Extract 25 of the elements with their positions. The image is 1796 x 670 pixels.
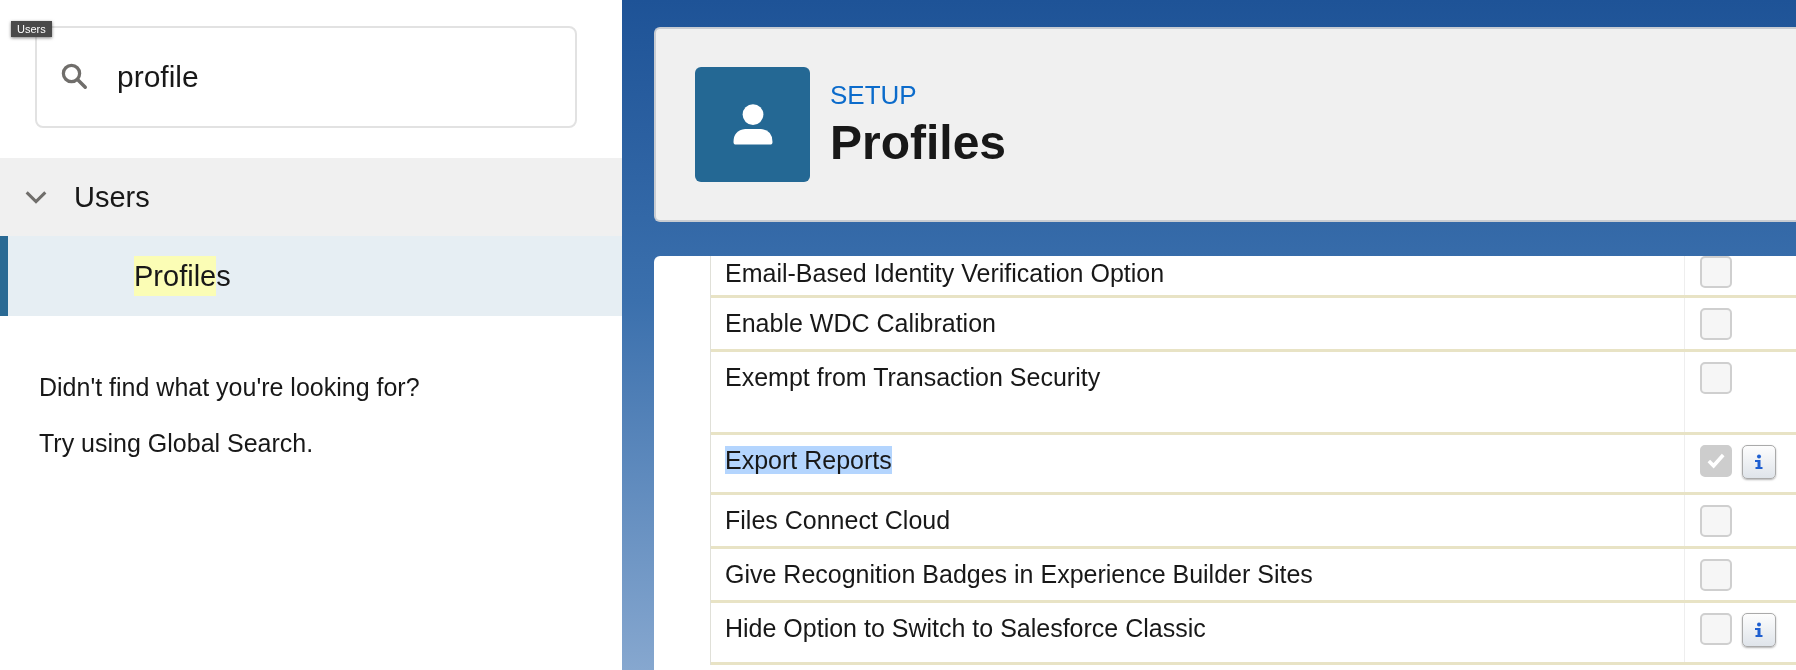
checkbox[interactable] <box>1700 256 1732 288</box>
checkbox[interactable] <box>1700 613 1732 645</box>
checkbox[interactable] <box>1700 559 1732 591</box>
breadcrumb: SETUP <box>830 79 918 111</box>
permission-label: Email-Based Identity Verification Option <box>725 259 1165 287</box>
checkbox[interactable] <box>1700 308 1732 340</box>
tree-item[interactable]: Users <box>0 158 622 236</box>
tree-item[interactable]: Profiles <box>0 236 622 316</box>
permission-label: Give Recognition Badges in Experience Builder Sites <box>725 560 1313 588</box>
checkbox[interactable] <box>1700 362 1732 394</box>
tooltip: Users <box>11 21 52 37</box>
checkbox[interactable] <box>1700 505 1732 537</box>
info-icon[interactable] <box>1742 445 1776 479</box>
help-text: Try using Global Search. <box>39 428 315 459</box>
help-text: Didn't find what you're looking for? <box>39 372 421 403</box>
user-icon <box>695 67 810 182</box>
permission-label: Hide Option to Switch to Salesforce Classic <box>725 614 1206 642</box>
checkbox[interactable] <box>1700 445 1732 477</box>
permission-label: Files Connect Cloud <box>725 506 951 534</box>
info-icon[interactable] <box>1742 613 1776 647</box>
chevron-icon <box>24 190 48 204</box>
page-title: Profiles <box>830 114 1007 170</box>
permission-label: Exempt from Transaction Security <box>725 363 1101 391</box>
permission-label: Export Reports <box>725 446 892 474</box>
permission-label: Enable WDC Calibration <box>725 309 996 337</box>
